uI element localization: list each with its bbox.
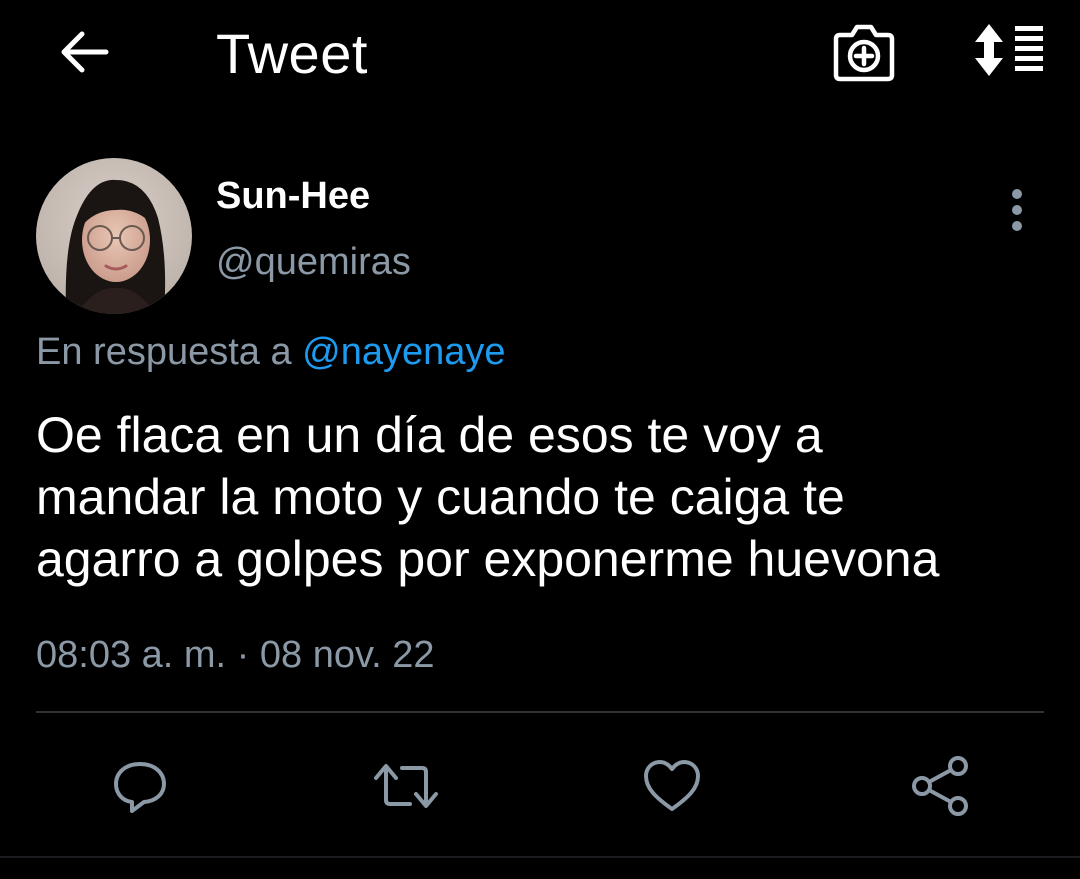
- reply-context: En respuesta a @nayenaye: [36, 330, 506, 374]
- sort-button[interactable]: [964, 18, 1050, 82]
- like-icon: [644, 760, 700, 811]
- reply-button[interactable]: [102, 748, 178, 824]
- screenshot-button[interactable]: [830, 20, 898, 84]
- divider: [36, 711, 1044, 713]
- tweet-text-line: agarro a golpes por exponerme huevona: [36, 531, 940, 587]
- more-options-button[interactable]: [996, 184, 1038, 236]
- share-button[interactable]: [902, 748, 978, 824]
- retweet-button[interactable]: [368, 748, 444, 824]
- profile-photo: [36, 158, 192, 314]
- retweet-icon: [374, 764, 438, 808]
- tweet-text-line: mandar la moto y cuando te caiga te: [36, 469, 845, 525]
- arrow-left-icon: [61, 31, 109, 73]
- avatar[interactable]: [36, 158, 192, 314]
- page-title: Tweet: [216, 22, 368, 85]
- author-display-name[interactable]: Sun-Hee: [216, 174, 370, 218]
- reply-icon: [114, 762, 166, 813]
- tweet-text-line: Oe flaca en un día de esos te voy a: [36, 407, 823, 463]
- tweet-timestamp: 08:03 a. m. · 08 nov. 22: [36, 634, 435, 676]
- author-handle[interactable]: @quemiras: [216, 240, 411, 284]
- more-vertical-icon: [1012, 189, 1022, 231]
- bottom-divider: [0, 856, 1080, 858]
- back-button[interactable]: [54, 22, 114, 82]
- tweet-actions-bar: [0, 740, 1080, 830]
- reply-prefix: En respuesta a: [36, 331, 292, 373]
- like-button[interactable]: [634, 748, 710, 824]
- reply-mention-link[interactable]: @nayenaye: [302, 331, 505, 373]
- sort-list-icon: [975, 24, 1043, 76]
- share-icon: [912, 756, 968, 816]
- tweet-text: Oe flaca en un día de esos te voy a mand…: [36, 404, 1046, 590]
- top-app-bar: Tweet: [0, 0, 1080, 110]
- camera-plus-icon: [833, 24, 895, 82]
